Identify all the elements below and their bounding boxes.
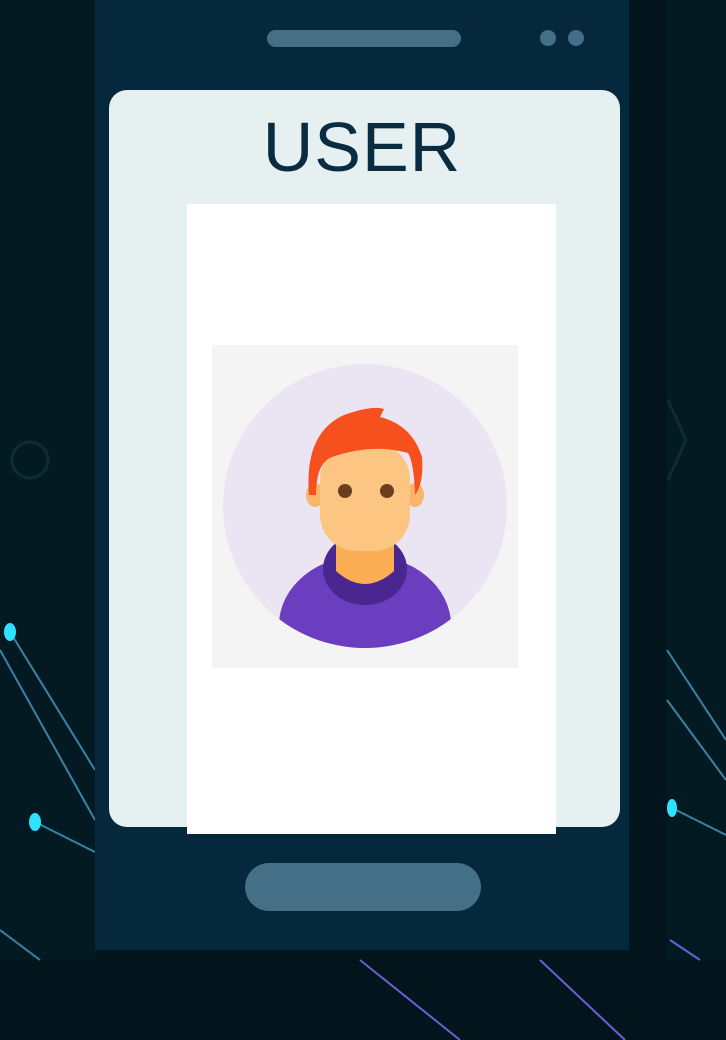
user-photo-card bbox=[187, 204, 556, 834]
phone-device: USER bbox=[95, 0, 629, 950]
home-button[interactable] bbox=[245, 863, 481, 911]
speaker-slot bbox=[267, 30, 461, 47]
camera-dot-right bbox=[568, 30, 584, 46]
page-title: USER bbox=[262, 108, 462, 186]
phone-screen bbox=[109, 90, 620, 834]
camera-dot-left bbox=[540, 30, 556, 46]
avatar-frame bbox=[212, 345, 518, 668]
user-avatar-icon bbox=[223, 364, 507, 648]
